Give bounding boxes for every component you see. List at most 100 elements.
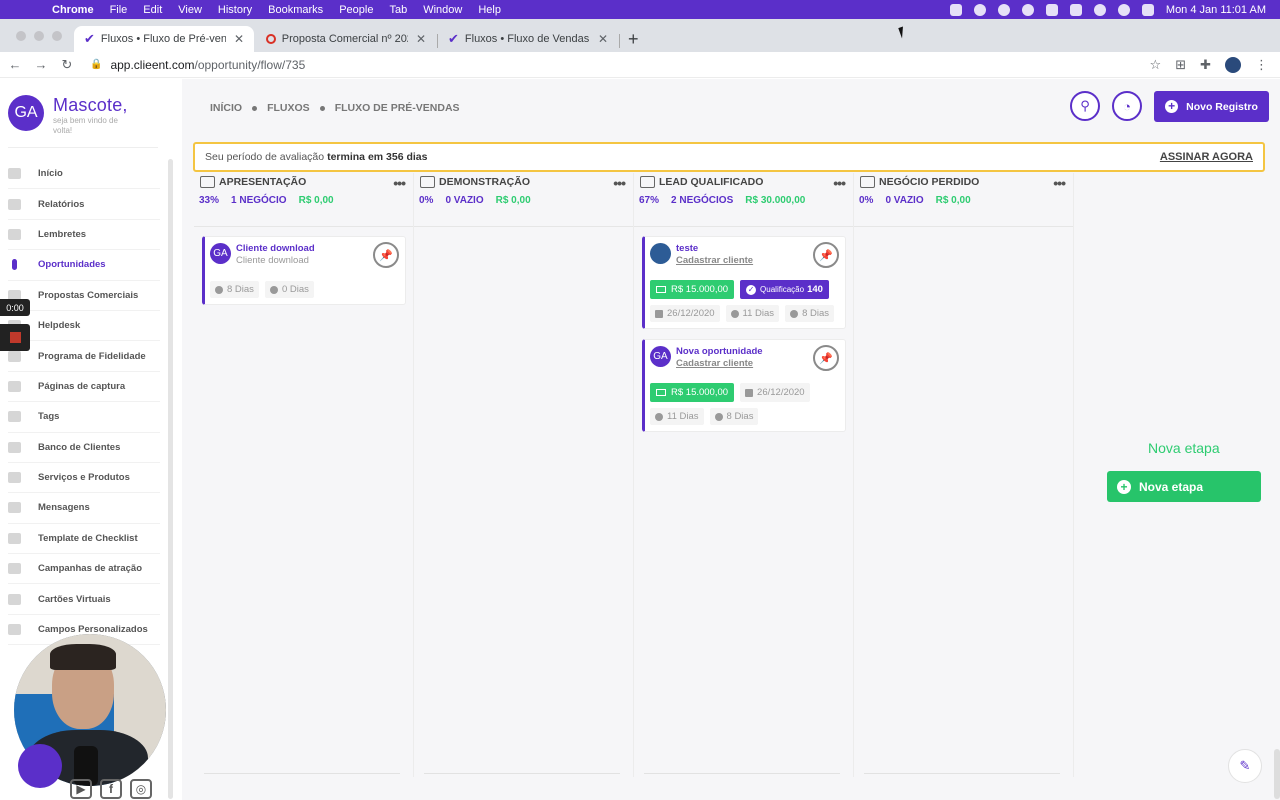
play-icon[interactable] — [1021, 3, 1034, 16]
sidebar-item[interactable]: Template de Checklist — [8, 524, 160, 555]
menu-app[interactable]: Chrome — [44, 4, 102, 16]
sidebar-item-label: Helpdesk — [38, 320, 81, 332]
sidebar-item[interactable]: Mensagens — [8, 493, 160, 524]
youtube-icon[interactable]: ▶ — [70, 779, 92, 799]
register-client-link[interactable]: Cadastrar cliente — [676, 358, 753, 369]
subscribe-link[interactable]: ASSINAR AGORA — [1160, 151, 1253, 163]
bookmark-star-icon[interactable]: ☆ — [1150, 57, 1162, 73]
reminder-icon — [8, 228, 21, 240]
pin-icon[interactable]: 📌 — [813, 345, 839, 371]
report-button[interactable]: ◔ — [1112, 91, 1142, 121]
sidebar-item[interactable]: Relatórios — [8, 189, 160, 220]
calendar-icon — [655, 309, 663, 318]
main-scrollbar[interactable] — [1274, 749, 1280, 799]
register-client-link[interactable]: Cadastrar cliente — [676, 255, 753, 266]
pin-icon[interactable]: 📌 — [813, 242, 839, 268]
reload-icon[interactable]: ↻ — [56, 57, 78, 73]
magic-wand-button[interactable]: ✎ — [1228, 749, 1262, 783]
lock-icon[interactable]: 🔒 — [90, 59, 102, 70]
battery-icon[interactable] — [1069, 3, 1082, 16]
sidebar-item[interactable]: Tags — [8, 402, 160, 433]
puzzle-icon[interactable]: ✚ — [1200, 57, 1211, 73]
screen-icon[interactable] — [949, 3, 962, 16]
chat-button[interactable] — [18, 744, 62, 788]
browser-tab[interactable]: Proposta Comercial nº 2021010 ✕ — [256, 26, 436, 52]
instagram-icon[interactable]: ◎ — [130, 779, 152, 799]
card-title[interactable]: Nova oportunidade — [676, 346, 763, 357]
extension-icon[interactable]: ⊞ — [1175, 57, 1186, 73]
more-options-icon[interactable]: ••• — [393, 175, 406, 191]
menu-history[interactable]: History — [210, 4, 260, 16]
sidebar-item[interactable]: Helpdesk — [8, 311, 160, 342]
sidebar-item-label: Programa de Fidelidade — [38, 350, 146, 362]
menu-people[interactable]: People — [331, 4, 381, 16]
opportunity-card[interactable]: teste Cadastrar cliente 📌 R$ 15.000,00 ✓… — [642, 236, 846, 329]
menu-file[interactable]: File — [102, 4, 136, 16]
facebook-icon[interactable]: f — [100, 779, 122, 799]
cloud-icon[interactable] — [973, 3, 986, 16]
brand-subtitle: seja bem vindo de volta! — [53, 116, 118, 135]
menu-clock[interactable]: Mon 4 Jan 11:01 AM — [1166, 4, 1266, 16]
column-amount: R$ 30.000,00 — [745, 195, 806, 206]
avatar[interactable]: GA — [8, 95, 44, 131]
sidebar-item[interactable]: Serviços e Produtos — [8, 463, 160, 494]
value-text: R$ 15.000,00 — [671, 387, 729, 398]
sidebar-item[interactable]: Campanhas de atração — [8, 554, 160, 585]
opportunity-card[interactable]: GA Cliente download Cliente download 📌 8… — [202, 236, 406, 305]
menu-bookmarks[interactable]: Bookmarks — [260, 4, 331, 16]
new-tab-button[interactable]: + — [628, 29, 639, 50]
browser-tab[interactable]: ✔ Fluxos • Fluxo de Vendas • clie ✕ — [438, 26, 618, 52]
menu-view[interactable]: View — [170, 4, 210, 16]
more-options-icon[interactable]: ••• — [1053, 175, 1066, 191]
more-options-icon[interactable]: ••• — [833, 175, 846, 191]
browser-tab[interactable]: ✔ Fluxos • Fluxo de Pré-vendas · ✕ — [74, 26, 254, 52]
menu-window[interactable]: Window — [415, 4, 470, 16]
close-icon[interactable]: ✕ — [234, 32, 244, 46]
sidebar-item[interactable]: Lembretes — [8, 220, 160, 251]
url-path: /opportunity/flow/735 — [194, 57, 306, 72]
bluetooth-icon[interactable] — [1045, 3, 1058, 16]
card-title[interactable]: Cliente download — [236, 243, 315, 254]
back-icon[interactable]: ← — [4, 57, 26, 72]
clients-icon — [8, 441, 21, 453]
close-window-button[interactable] — [16, 31, 26, 41]
close-icon[interactable]: ✕ — [598, 32, 608, 46]
breadcrumb-flows[interactable]: FLUXOS — [267, 102, 310, 114]
address-bar[interactable]: app.clieent.com/opportunity/flow/735 — [110, 58, 305, 72]
card-title[interactable]: teste — [676, 243, 698, 254]
sidebar-item[interactable]: Oportunidades — [8, 250, 160, 281]
search-button[interactable]: ⚲ — [1070, 91, 1100, 121]
forward-icon[interactable]: → — [30, 57, 52, 72]
sidebar-item[interactable]: Páginas de captura — [8, 372, 160, 403]
recording-stop-button[interactable] — [0, 324, 30, 351]
sidebar-scrollbar[interactable] — [168, 159, 173, 799]
sidebar-item[interactable]: Programa de Fidelidade — [8, 341, 160, 372]
stopwatch-icon — [269, 285, 278, 294]
more-options-icon[interactable]: ••• — [613, 175, 626, 191]
sidebar-item[interactable]: Cartões Virtuais — [8, 584, 160, 615]
sidebar-item[interactable]: Propostas Comerciais — [8, 281, 160, 311]
sidebar-item[interactable]: Início — [8, 159, 160, 190]
menu-edit[interactable]: Edit — [135, 4, 170, 16]
breadcrumb-home[interactable]: INÍCIO — [210, 102, 242, 114]
close-icon[interactable]: ✕ — [416, 32, 426, 46]
card-client: Cliente download — [236, 255, 309, 266]
new-stage-button[interactable]: + Nova etapa — [1107, 471, 1261, 502]
menu-tab[interactable]: Tab — [381, 4, 415, 16]
value-text: R$ 15.000,00 — [671, 284, 729, 295]
more-icon[interactable]: ⋮ — [1255, 57, 1268, 73]
spotlight-icon[interactable] — [1117, 3, 1130, 16]
sidebar-item[interactable]: Banco de Clientes — [8, 433, 160, 463]
search-icon: ⚲ — [1080, 98, 1090, 113]
new-record-button[interactable]: + Novo Registro — [1154, 91, 1269, 122]
wifi-icon[interactable] — [1093, 3, 1106, 16]
zoom-window-button[interactable] — [52, 31, 62, 41]
pin-icon[interactable]: 📌 — [373, 242, 399, 268]
recording-timer: 0:00 — [0, 299, 30, 316]
menu-help[interactable]: Help — [470, 4, 509, 16]
control-center-icon[interactable] — [1141, 3, 1154, 16]
profile-avatar[interactable] — [1225, 56, 1241, 73]
opportunity-card[interactable]: GA Nova oportunidade Cadastrar cliente 📌… — [642, 339, 846, 432]
minimize-window-button[interactable] — [34, 31, 44, 41]
brightness-icon[interactable] — [997, 3, 1010, 16]
